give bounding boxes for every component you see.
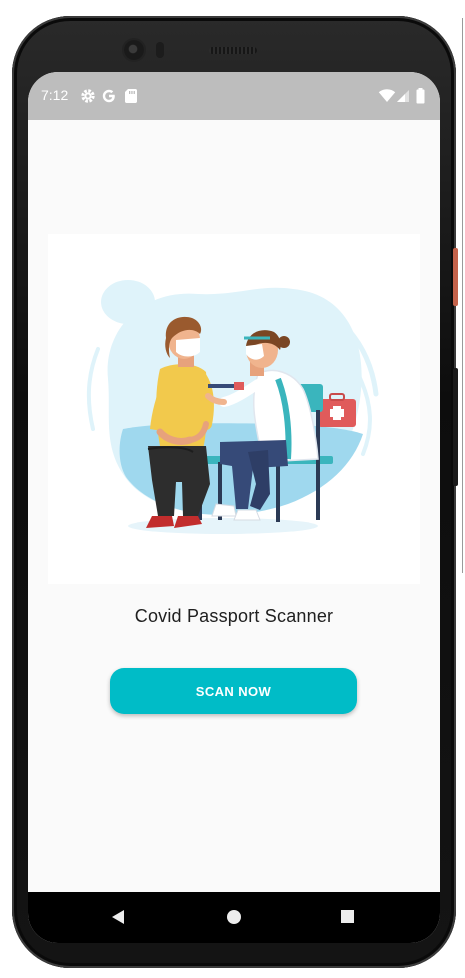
signal-icon <box>397 90 409 102</box>
frame-edge-line <box>462 18 463 573</box>
scan-now-button[interactable]: SCAN NOW <box>110 668 357 714</box>
front-camera <box>124 40 144 60</box>
status-bar: 7:12 <box>28 72 440 120</box>
vaccination-illustration-art <box>86 280 379 534</box>
back-icon[interactable] <box>112 910 124 924</box>
wifi-icon <box>378 89 396 102</box>
page-title: Covid Passport Scanner <box>134 606 334 626</box>
vaccination-illustration <box>48 234 420 584</box>
home-icon[interactable] <box>227 910 241 924</box>
recents-icon[interactable] <box>341 910 354 923</box>
power-button[interactable] <box>453 248 458 306</box>
sd-card-icon <box>125 89 137 103</box>
google-icon <box>102 89 115 103</box>
device-stage: 7:12 Covid Passport Scanner SCAN NOW <box>0 0 465 978</box>
camera-sensor <box>156 42 164 58</box>
phone-screen: 7:12 Covid Passport Scanner SCAN NOW <box>28 72 440 943</box>
settings-icon <box>81 89 95 103</box>
volume-button[interactable] <box>453 368 458 486</box>
battery-icon <box>416 88 425 104</box>
main-content: Covid Passport Scanner SCAN NOW <box>28 120 440 892</box>
navigation-bar <box>28 892 440 943</box>
earpiece-speaker <box>209 47 257 54</box>
status-time: 7:12 <box>41 87 69 103</box>
